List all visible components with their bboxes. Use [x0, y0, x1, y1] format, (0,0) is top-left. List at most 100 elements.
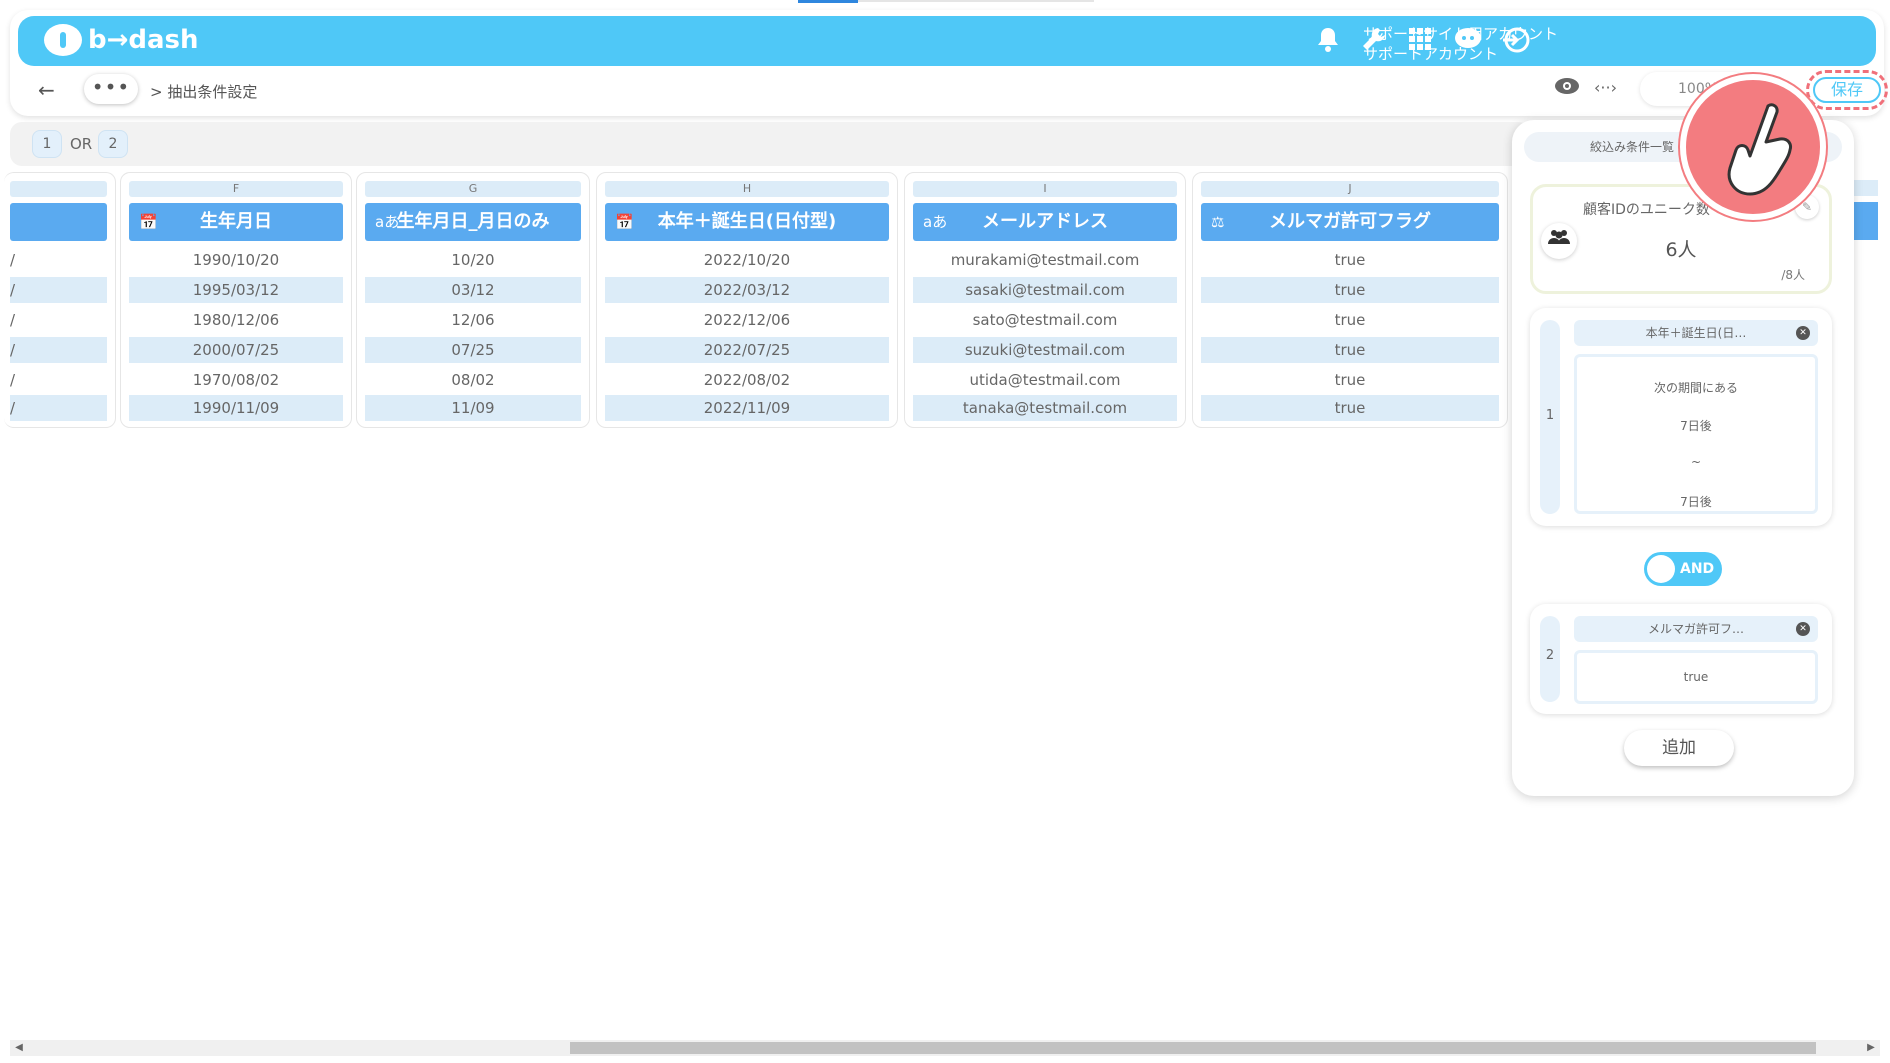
save-highlight: 保存: [1806, 70, 1888, 110]
unique-count-value: 6人: [1665, 239, 1697, 261]
column-g[interactable]: G aあ 生年月日_月日のみ 10/20 03/12 12/06 07/25 08…: [356, 172, 590, 428]
breadcrumb: > 抽出条件設定: [150, 83, 258, 101]
table-cell: true: [1334, 311, 1366, 329]
or-label: OR: [70, 135, 93, 153]
app-header: b→dash サポートサイト用アカウント サポートアカウント ← •: [10, 10, 1888, 116]
condition-index: 1: [1540, 320, 1560, 514]
wrench-icon[interactable]: [1358, 26, 1390, 58]
logout-icon[interactable]: [1500, 26, 1532, 58]
table-cell: true: [1334, 251, 1366, 269]
horizontal-scrollbar[interactable]: ◀ ▶: [10, 1040, 1880, 1056]
close-icon[interactable]: ✕: [1796, 622, 1810, 636]
scroll-right-icon[interactable]: ▶: [1864, 1040, 1878, 1056]
table-cell: 10/20: [451, 251, 495, 269]
table-cell: 2022/08/02: [703, 371, 791, 389]
table-cell: true: [1201, 277, 1499, 303]
column-letter: [10, 181, 107, 197]
condition-column-chip[interactable]: メルマガ許可フ… ✕: [1574, 616, 1818, 642]
condition-column-label: メルマガ許可フ…: [1647, 622, 1744, 636]
scrollbar-thumb[interactable]: [570, 1042, 1816, 1054]
column-header[interactable]: ⚖ メルマガ許可フラグ: [1201, 203, 1499, 241]
column-letter: J: [1201, 181, 1499, 197]
column-header[interactable]: 📅 本年＋誕生日(日付型): [605, 203, 889, 241]
apps-grid-icon[interactable]: [1404, 26, 1436, 58]
text-type-icon: aあ: [375, 213, 400, 231]
group-2-pill[interactable]: 2: [98, 130, 128, 158]
tap-highlight: [1680, 74, 1826, 220]
condition-column-label: 本年＋誕生日(日…: [1645, 326, 1747, 340]
condition-column-chip[interactable]: 本年＋誕生日(日… ✕: [1574, 320, 1818, 346]
table-cell: /: [10, 371, 16, 389]
back-arrow-icon[interactable]: ←: [38, 78, 55, 102]
table-cell: 2022/07/25: [605, 337, 889, 363]
code-icon[interactable]: ‹··›: [1594, 78, 1617, 97]
top-bar: b→dash サポートサイト用アカウント サポートアカウント: [18, 16, 1876, 66]
condition-detail[interactable]: 次の期間にある 7日後 ~ 7日後: [1574, 354, 1818, 514]
app-screen: b→dash サポートサイト用アカウント サポートアカウント ← •: [0, 0, 1890, 1063]
text-type-icon: aあ: [923, 213, 948, 231]
filter-panel: 絞込み条件一覧 顧客IDのユニーク数 ✎ 6人 /8人 1 本年＋誕生日(日… …: [1512, 120, 1854, 796]
column-f[interactable]: F 📅 生年月日 1990/10/20 1995/03/12 1980/12/06…: [120, 172, 352, 428]
flag-type-icon: ⚖: [1211, 213, 1225, 231]
bell-icon[interactable]: [1312, 26, 1344, 58]
column-title: メルマガ許可フラグ: [1269, 211, 1431, 232]
column-header[interactable]: 📅 生年月日: [129, 203, 343, 241]
column-header[interactable]: [10, 203, 107, 241]
column-title: メールアドレス: [982, 211, 1108, 232]
table-cell: true: [1201, 395, 1499, 421]
scroll-left-icon[interactable]: ◀: [12, 1040, 26, 1056]
column-header[interactable]: aあ メールアドレス: [913, 203, 1177, 241]
column-i[interactable]: I aあ メールアドレス murakami@testmail.com sasaki…: [904, 172, 1186, 428]
table-cell: 1990/11/09: [129, 395, 343, 421]
column-h[interactable]: H 📅 本年＋誕生日(日付型) 2022/10/20 2022/03/12 202…: [596, 172, 898, 428]
table-cell: 1995/03/12: [129, 277, 343, 303]
table-cell: 2022/12/06: [703, 311, 791, 329]
column-header[interactable]: aあ 生年月日_月日のみ: [365, 203, 581, 241]
calendar-icon: 📅: [615, 213, 634, 231]
column-title: 生年月日_月日のみ: [396, 211, 550, 232]
condition-operator: 次の期間にある: [1653, 381, 1738, 395]
condition-detail[interactable]: true: [1574, 650, 1818, 704]
table-cell: true: [1201, 337, 1499, 363]
column-partial-e[interactable]: / / / / / /: [4, 172, 116, 428]
condition-range-sep: ~: [1690, 455, 1702, 469]
group-1-pill[interactable]: 1: [32, 130, 62, 158]
more-button[interactable]: •••: [84, 74, 138, 104]
table-cell: 08/02: [451, 371, 495, 389]
table-cell: /: [10, 277, 107, 303]
condition-to: 7日後: [1680, 495, 1712, 509]
table-cell: tanaka@testmail.com: [913, 395, 1177, 421]
tab-strip: [858, 0, 1094, 2]
eye-icon[interactable]: [1554, 76, 1580, 101]
add-condition-button[interactable]: 追加: [1624, 730, 1734, 766]
condition-card-2[interactable]: 2 メルマガ許可フ… ✕ true: [1530, 604, 1832, 714]
pointing-hand-icon: [1720, 102, 1798, 213]
table-cell: true: [1334, 371, 1366, 389]
column-j[interactable]: J ⚖ メルマガ許可フラグ true true true true true tr…: [1192, 172, 1508, 428]
and-toggle[interactable]: AND: [1644, 552, 1722, 586]
column-letter: F: [129, 181, 343, 197]
condition-card-1[interactable]: 1 本年＋誕生日(日… ✕ 次の期間にある 7日後 ~ 7日後: [1530, 308, 1832, 526]
table-cell: 2022/03/12: [605, 277, 889, 303]
column-letter: H: [605, 181, 889, 197]
or-group-bar: 1 OR 2: [10, 122, 1530, 166]
unique-count-title: 顧客IDのユニーク数: [1583, 202, 1710, 218]
column-letter: I: [913, 181, 1177, 197]
column-title: 生年月日: [200, 211, 272, 232]
unique-count-total: /8人: [1781, 268, 1805, 282]
support-chat-icon[interactable]: [1452, 26, 1484, 58]
table-cell: /: [10, 395, 107, 421]
save-button[interactable]: 保存: [1813, 77, 1881, 103]
table-cell: /: [10, 251, 16, 269]
logo-text: b→dash: [88, 25, 199, 55]
close-icon[interactable]: ✕: [1796, 326, 1810, 340]
table-cell: 03/12: [365, 277, 581, 303]
toggle-knob: [1647, 555, 1675, 583]
table-cell: /: [10, 311, 16, 329]
table-cell: 1970/08/02: [192, 371, 280, 389]
column-title: 本年＋誕生日(日付型): [657, 211, 837, 232]
table-cell: 2022/11/09: [605, 395, 889, 421]
condition-value: true: [1683, 670, 1709, 684]
table-cell: 1990/10/20: [192, 251, 280, 269]
logo[interactable]: b→dash: [44, 24, 199, 56]
